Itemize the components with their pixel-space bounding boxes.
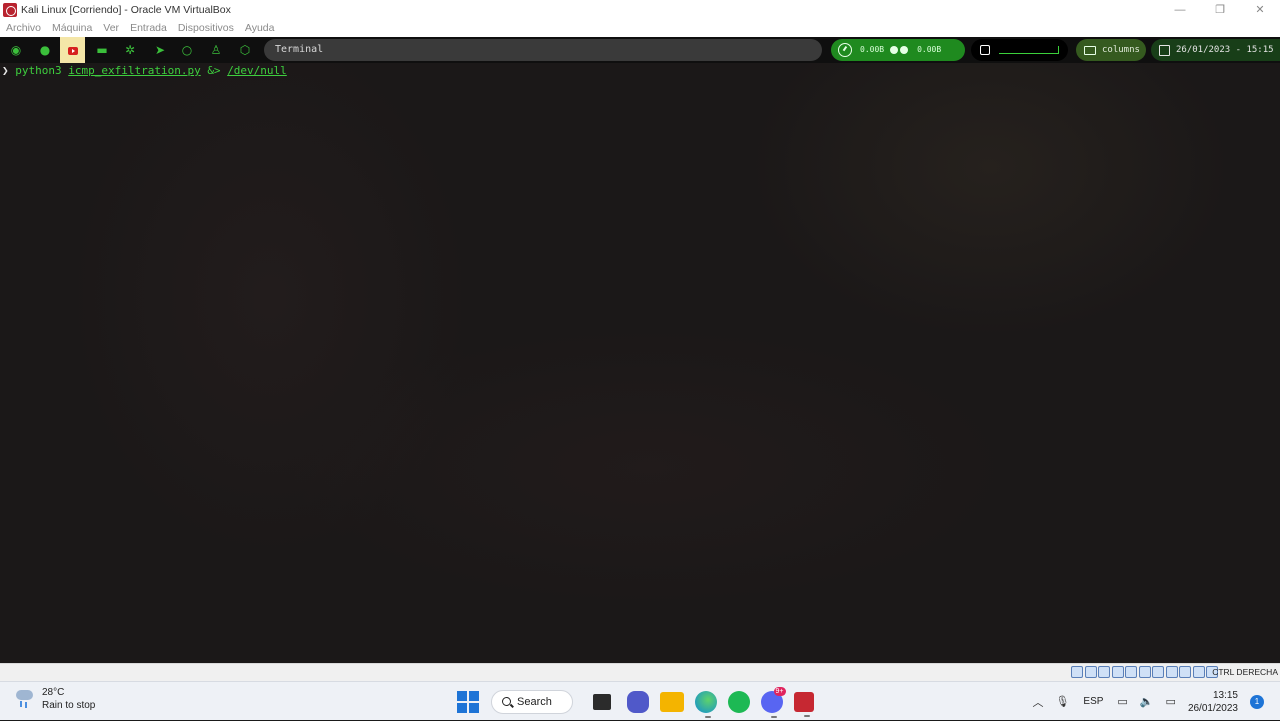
polybar: ◉ ● ▬ ✲ ➤ ○ ♙ ⬡ Terminal 0.00B 0.00B col… xyxy=(0,37,1280,63)
discord-icon[interactable]: 9+ xyxy=(760,686,786,718)
vpn-status xyxy=(971,39,1068,61)
guest-desktop[interactable]: ◉ ● ▬ ✲ ➤ ○ ♙ ⬡ Terminal 0.00B 0.00B col… xyxy=(0,37,1280,663)
window-title: Kali Linux [Corriendo] - Oracle VM Virtu… xyxy=(21,3,231,16)
prompt-symbol: ❯ xyxy=(2,64,9,77)
weather-temp: 28°C xyxy=(42,687,65,698)
microphone-icon[interactable]: 🎙 xyxy=(1055,695,1069,708)
menu-archivo[interactable]: Archivo xyxy=(6,22,41,34)
active-window-title: Terminal xyxy=(264,39,822,61)
taskbar-clock[interactable]: 13:15 26/01/2023 xyxy=(1188,689,1238,715)
virtualbox-icon[interactable] xyxy=(793,691,814,717)
command-arg: icmp_exfiltration.py xyxy=(68,64,201,77)
linux-icon[interactable]: ♙ xyxy=(208,42,224,58)
usb-icon[interactable] xyxy=(1125,666,1137,678)
vpn-ip-underline xyxy=(999,46,1059,54)
close-button[interactable]: ✕ xyxy=(1240,0,1280,19)
menu-ayuda[interactable]: Ayuda xyxy=(245,22,275,34)
telegram-icon[interactable]: ➤ xyxy=(152,42,168,58)
menu-dispositivos[interactable]: Dispositivos xyxy=(178,22,234,34)
weather-condition: Rain to stop xyxy=(42,700,96,711)
net-down-value: 0.00B xyxy=(860,45,885,54)
layout-indicator[interactable]: columns xyxy=(1076,39,1146,61)
network-icon[interactable]: ▭ xyxy=(1117,695,1127,708)
notification-badge[interactable]: 1 xyxy=(1250,694,1264,709)
speedometer-icon xyxy=(838,43,852,57)
folder-icon[interactable]: ▬ xyxy=(94,42,110,58)
download-icon xyxy=(890,46,899,54)
command-name: python3 xyxy=(15,64,62,77)
net-up-value: 0.00B xyxy=(917,45,942,54)
package-icon[interactable]: ⬡ xyxy=(237,42,253,58)
gear-icon[interactable]: ✲ xyxy=(122,42,138,58)
shared-folder-icon[interactable] xyxy=(1138,666,1151,678)
windows-taskbar: 28°C Rain to stop Search 9+ ︿ 🎙 ESP ▭ 🔈 … xyxy=(0,681,1280,720)
terminal-command-line[interactable]: ❯ python3 icmp_exfiltration.py &> /dev/n… xyxy=(2,64,287,77)
maximize-button[interactable]: ❐ xyxy=(1200,0,1240,19)
weather-widget[interactable]: 28°C Rain to stop xyxy=(14,687,95,712)
calendar-icon xyxy=(1159,44,1170,56)
datetime-indicator: 26/01/2023 - 15:15 xyxy=(1151,39,1280,61)
search-label: Search xyxy=(517,695,552,708)
chip-icon xyxy=(980,45,990,55)
edge-icon[interactable] xyxy=(694,690,717,718)
display-icon[interactable] xyxy=(1152,666,1164,678)
discord-badge: 9+ xyxy=(773,686,786,696)
language-indicator[interactable]: ESP xyxy=(1083,696,1103,707)
github-icon[interactable]: ○ xyxy=(179,42,195,58)
clock-time: 13:15 xyxy=(1212,689,1238,701)
search-icon xyxy=(502,697,511,706)
minimize-button[interactable]: — xyxy=(1160,0,1200,19)
command-target: /dev/null xyxy=(227,64,287,77)
speaker-icon[interactable]: 🔈 xyxy=(1140,695,1154,708)
spotify-icon[interactable] xyxy=(727,690,750,713)
battery-icon[interactable]: ▭ xyxy=(1166,695,1176,708)
vbox-menubar: Archivo Máquina Ver Entrada Dispositivos… xyxy=(0,19,1280,37)
vbox-device-icons xyxy=(1070,666,1218,678)
menu-ver[interactable]: Ver xyxy=(103,22,119,34)
teams-icon[interactable] xyxy=(626,690,649,713)
menu-entrada[interactable]: Entrada xyxy=(130,22,167,34)
storage-icon[interactable] xyxy=(1071,666,1083,678)
host-key-label: CTRL DERECHA xyxy=(1212,667,1278,677)
network-speed: 0.00B 0.00B xyxy=(831,39,965,61)
virtualbox-app-icon xyxy=(3,2,17,17)
menu-maquina[interactable]: Máquina xyxy=(52,22,92,34)
window-titlebar: Kali Linux [Corriendo] - Oracle VM Virtu… xyxy=(0,0,1280,19)
taskbar-center: Search 9+ xyxy=(455,685,819,718)
optical-icon[interactable] xyxy=(1084,666,1097,678)
audio-icon[interactable] xyxy=(1098,666,1110,678)
mouse-integration-icon[interactable] xyxy=(1192,666,1205,678)
vbox-statusbar: CTRL DERECHA xyxy=(0,663,1280,681)
recording-icon[interactable] xyxy=(1165,666,1178,678)
rain-cloud-icon xyxy=(14,687,36,709)
taskbar-search[interactable]: Search xyxy=(491,689,573,714)
task-view-icon[interactable] xyxy=(593,693,611,710)
debian-swirl-icon[interactable]: ● xyxy=(37,42,53,58)
command-redirect: &> xyxy=(207,64,221,77)
kali-dragon-icon[interactable]: ◉ xyxy=(8,42,24,58)
cpu-icon[interactable] xyxy=(1179,666,1191,678)
monitor-icon xyxy=(1084,45,1096,55)
layout-label: columns xyxy=(1102,45,1140,55)
network-icon[interactable] xyxy=(1111,666,1124,678)
system-tray: ︿ 🎙 ESP ▭ 🔈 ▭ 13:15 26/01/2023 1 xyxy=(1026,682,1280,721)
file-explorer-icon[interactable] xyxy=(659,691,684,712)
clock-date: 26/01/2023 xyxy=(1187,702,1238,714)
datetime-label: 26/01/2023 - 15:15 xyxy=(1176,45,1274,55)
upload-icon xyxy=(900,46,909,54)
chevron-up-icon[interactable]: ︿ xyxy=(1032,694,1043,710)
youtube-icon[interactable] xyxy=(60,37,85,63)
start-button[interactable] xyxy=(457,690,479,713)
